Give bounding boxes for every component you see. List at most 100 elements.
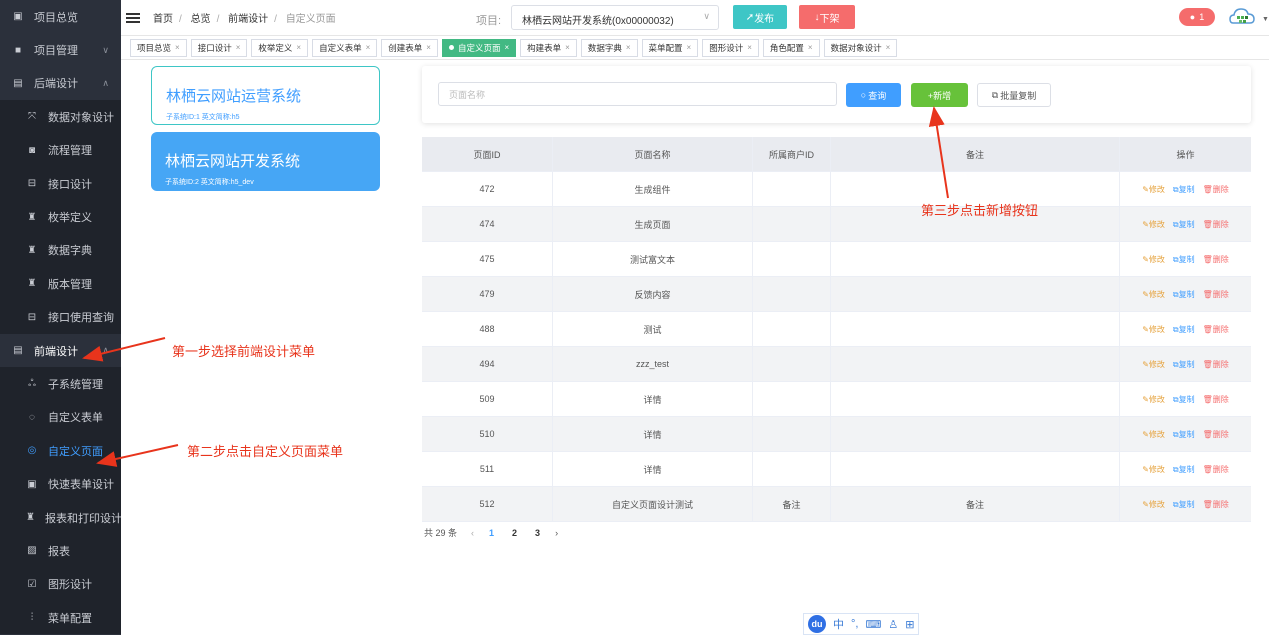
- close-icon[interactable]: ×: [565, 43, 570, 52]
- baidu-ime-logo-icon[interactable]: du: [808, 615, 826, 633]
- page-number[interactable]: 1: [489, 528, 494, 538]
- edit-button[interactable]: ✎修改: [1142, 324, 1165, 335]
- page-number[interactable]: 2: [512, 528, 517, 538]
- edit-button[interactable]: ✎修改: [1142, 429, 1165, 440]
- tab[interactable]: 项目总览 ×: [130, 38, 187, 57]
- delete-button[interactable]: 🗑删除: [1203, 324, 1229, 335]
- copy-button[interactable]: ⧉复制: [1173, 289, 1195, 300]
- subsystem-card-ops[interactable]: 林栖云网站运营系统 子系统ID:1 英文简称:h5: [151, 66, 380, 125]
- sidebar-item[interactable]: ■ 项目管理 ∨: [0, 33, 121, 67]
- edit-button[interactable]: ✎修改: [1142, 289, 1165, 300]
- next-page-icon[interactable]: ›: [555, 528, 558, 538]
- sidebar-item[interactable]: ◙ 流程管理: [0, 133, 121, 167]
- close-icon[interactable]: ×: [426, 43, 431, 52]
- breadcrumb-overview[interactable]: 总览: [191, 14, 211, 25]
- prev-page-icon[interactable]: ‹: [471, 528, 474, 538]
- ime-toolbar[interactable]: du 中 °, ⌨ ♙ ⊞: [803, 613, 919, 635]
- copy-button[interactable]: ⧉复制: [1173, 429, 1195, 440]
- delete-button[interactable]: 🗑删除: [1203, 499, 1229, 510]
- copy-button[interactable]: ⧉复制: [1173, 464, 1195, 475]
- tab[interactable]: 角色配置 ×: [762, 38, 820, 57]
- publish-button[interactable]: ➚ 发布: [733, 5, 787, 29]
- add-button[interactable]: +新增: [911, 83, 968, 107]
- sidebar-item[interactable]: ⤧ 数据对象设计: [0, 100, 121, 134]
- tab[interactable]: 图形设计 ×: [702, 38, 759, 57]
- notification-badge[interactable]: ● 1: [1179, 8, 1215, 26]
- close-icon[interactable]: ×: [175, 43, 180, 52]
- sidebar-item[interactable]: ♜ 数据字典: [0, 233, 121, 268]
- ime-punctuation-icon[interactable]: °,: [851, 618, 858, 630]
- breadcrumb-home[interactable]: 首页: [153, 14, 173, 25]
- delete-button[interactable]: 🗑删除: [1203, 254, 1229, 265]
- sidebar-item[interactable]: ♜ 版本管理: [0, 267, 121, 301]
- copy-button[interactable]: ⧉复制: [1173, 254, 1195, 265]
- close-icon[interactable]: ×: [296, 43, 301, 52]
- sidebar-item[interactable]: ▣ 快速表单设计: [0, 467, 121, 501]
- sidebar-item[interactable]: ☑ 图形设计: [0, 567, 121, 602]
- close-icon[interactable]: ×: [236, 43, 241, 52]
- subsystem-card-dev[interactable]: 林栖云网站开发系统 子系统ID:2 英文简称:h5_dev: [151, 132, 380, 191]
- brand-logo-icon[interactable]: [1227, 3, 1257, 33]
- project-select[interactable]: 林栖云网站开发系统(0x00000032) ∨: [511, 5, 719, 30]
- copy-button[interactable]: ⧉复制: [1173, 394, 1195, 405]
- tab[interactable]: 菜单配置 ×: [641, 38, 699, 57]
- ime-grid-icon[interactable]: ⊞: [905, 618, 914, 631]
- hamburger-menu-icon[interactable]: [126, 11, 140, 25]
- tab[interactable]: 构建表单 ×: [520, 38, 577, 57]
- delete-button[interactable]: 🗑删除: [1203, 359, 1229, 370]
- breadcrumb-frontend[interactable]: 前端设计: [228, 14, 268, 25]
- tab[interactable]: 创建表单 ×: [381, 38, 438, 57]
- tab[interactable]: 枚举定义 ×: [251, 38, 309, 57]
- copy-button[interactable]: ⧉复制: [1173, 499, 1195, 510]
- close-icon[interactable]: ×: [687, 43, 692, 52]
- delete-button[interactable]: 🗑删除: [1203, 289, 1229, 300]
- delete-button[interactable]: 🗑删除: [1203, 429, 1229, 440]
- sidebar-item[interactable]: ▣ 项目总览: [0, 0, 121, 34]
- ime-language-toggle[interactable]: 中: [833, 616, 844, 632]
- copy-button[interactable]: ⧉复制: [1173, 359, 1195, 370]
- copy-button[interactable]: ⧉复制: [1173, 219, 1195, 230]
- copy-button[interactable]: ⧉复制: [1173, 184, 1195, 195]
- sidebar-item[interactable]: ◌ 自定义表单: [0, 400, 121, 435]
- tab[interactable]: 自定义页面 ×: [441, 38, 517, 57]
- copy-button[interactable]: ⧉复制: [1173, 324, 1195, 335]
- delete-button[interactable]: 🗑删除: [1203, 394, 1229, 405]
- caret-down-icon[interactable]: ▼: [1262, 16, 1269, 23]
- edit-button[interactable]: ✎修改: [1142, 184, 1165, 195]
- edit-button[interactable]: ✎修改: [1142, 499, 1165, 510]
- tab[interactable]: 数据字典 ×: [580, 38, 638, 57]
- sidebar-item[interactable]: ▤ 前端设计 ∧: [0, 333, 121, 368]
- sidebar-item[interactable]: ▤ 后端设计 ∧: [0, 66, 121, 101]
- sidebar-item[interactable]: ⊟ 接口设计: [0, 166, 121, 201]
- close-icon[interactable]: ×: [886, 43, 891, 52]
- edit-button[interactable]: ✎修改: [1142, 254, 1165, 265]
- sidebar-item[interactable]: ▨ 报表: [0, 534, 121, 568]
- sidebar-item[interactable]: ◎ 自定义页面: [0, 434, 121, 468]
- edit-button[interactable]: ✎修改: [1142, 219, 1165, 230]
- sidebar-item[interactable]: ♜ 枚举定义: [0, 200, 121, 234]
- edit-button[interactable]: ✎修改: [1142, 359, 1165, 370]
- tab[interactable]: 数据对象设计 ×: [823, 38, 898, 57]
- offline-button[interactable]: ↓ 下架: [799, 5, 855, 29]
- sidebar-item[interactable]: ஃ 子系统管理: [0, 367, 121, 401]
- page-name-search-input[interactable]: 页面名称: [438, 82, 837, 106]
- edit-button[interactable]: ✎修改: [1142, 464, 1165, 475]
- delete-button[interactable]: 🗑删除: [1203, 184, 1229, 195]
- ime-keyboard-icon[interactable]: ⌨: [865, 618, 881, 631]
- delete-button[interactable]: 🗑删除: [1203, 464, 1229, 475]
- tab[interactable]: 自定义表单 ×: [312, 38, 378, 57]
- tab[interactable]: 接口设计 ×: [190, 38, 248, 57]
- close-icon[interactable]: ×: [504, 43, 509, 52]
- query-button[interactable]: ○ 查询: [846, 83, 901, 107]
- close-icon[interactable]: ×: [626, 43, 631, 52]
- delete-button[interactable]: 🗑删除: [1203, 219, 1229, 230]
- batch-copy-button[interactable]: ⧉ 批量复制: [977, 83, 1051, 107]
- edit-button[interactable]: ✎修改: [1142, 394, 1165, 405]
- close-icon[interactable]: ×: [366, 43, 371, 52]
- page-number[interactable]: 3: [535, 528, 540, 538]
- close-icon[interactable]: ×: [808, 43, 813, 52]
- ime-user-icon[interactable]: ♙: [888, 618, 898, 631]
- close-icon[interactable]: ×: [747, 43, 752, 52]
- sidebar-item[interactable]: ⊟ 接口使用查询: [0, 300, 121, 334]
- sidebar-item[interactable]: ♜ 报表和打印设计: [0, 500, 121, 535]
